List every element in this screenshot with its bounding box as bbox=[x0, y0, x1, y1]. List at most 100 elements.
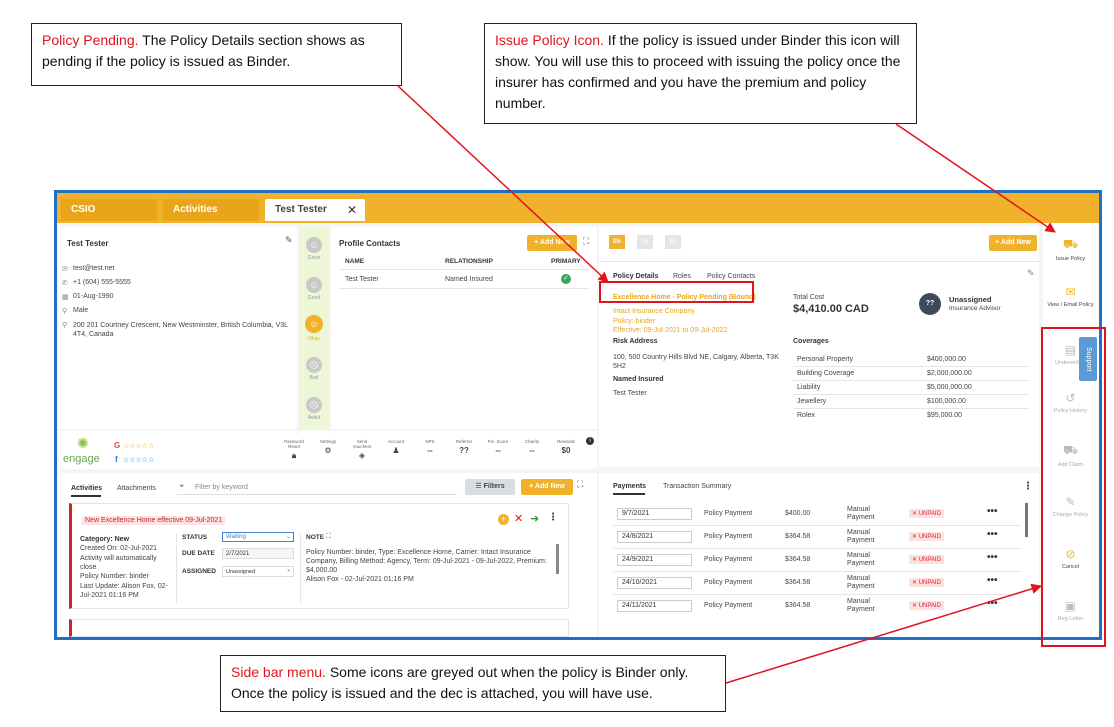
payment-date[interactable]: 24/8/2021 bbox=[617, 531, 692, 543]
more-icon[interactable]: ••• bbox=[987, 529, 998, 540]
more-icon[interactable]: ⋮ bbox=[548, 512, 558, 523]
profile-contacts-panel: Profile Contacts + Add New ⛶ NAME RELATI… bbox=[331, 227, 597, 429]
scrollbar[interactable] bbox=[1025, 503, 1028, 537]
more-icon[interactable]: ⋮ bbox=[1023, 481, 1033, 492]
tab-test-tester[interactable]: Test Tester ✕ bbox=[265, 199, 365, 221]
scrollbar[interactable] bbox=[556, 544, 559, 574]
lock-icon: 🔒︎ bbox=[291, 451, 297, 460]
payment-date[interactable]: 24/9/2021 bbox=[617, 554, 692, 566]
contact-row-name[interactable]: Test Tester bbox=[345, 276, 379, 283]
tag-icon: ◈ bbox=[358, 451, 366, 460]
expand-note-icon[interactable]: ⛶ bbox=[326, 533, 331, 541]
mood-awful-icon[interactable]: ☹ bbox=[306, 397, 322, 413]
divider bbox=[613, 571, 1021, 572]
status-badge: ✕ UNPAID bbox=[909, 532, 944, 541]
payment-date-value: 9/7/2021 bbox=[622, 510, 650, 517]
named-insured-value: Test Tester bbox=[613, 390, 647, 397]
phone-icon: ✆ bbox=[62, 280, 68, 287]
policy-number: Policy: binder bbox=[613, 318, 656, 325]
sidebar-item-label: Issue Policy bbox=[1055, 256, 1086, 262]
tab-activities-list[interactable]: Activities bbox=[71, 485, 102, 492]
close-icon[interactable]: ✕ bbox=[514, 512, 523, 525]
due-date-input[interactable]: 2/7/2021 bbox=[222, 548, 294, 559]
divider bbox=[339, 288, 589, 289]
nps-stat: NPS -- bbox=[415, 439, 445, 455]
add-icon[interactable]: + bbox=[498, 514, 509, 525]
info-icon[interactable]: i bbox=[586, 437, 594, 445]
coverage-name: Personal Property bbox=[797, 356, 854, 363]
more-icon[interactable]: ••• bbox=[987, 552, 998, 563]
payment-method: Manual Payment bbox=[847, 598, 875, 613]
chevron-down-icon: ⌄ bbox=[285, 534, 291, 540]
stat-value: -- bbox=[529, 446, 535, 455]
mood-label: Great bbox=[307, 255, 321, 261]
mood-bad-icon[interactable]: ☹ bbox=[306, 357, 322, 373]
annotation-title: Side bar menu. bbox=[231, 664, 326, 680]
status-select[interactable]: Waiting ⌄ bbox=[222, 532, 294, 542]
payment-date[interactable]: 24/10/2021 bbox=[617, 577, 692, 589]
stat-label: Send Vouchers bbox=[352, 439, 372, 449]
edit-icon[interactable]: ✎ bbox=[285, 235, 293, 246]
add-policy-button[interactable]: + Add New bbox=[989, 235, 1037, 251]
tab-payments[interactable]: Payments bbox=[613, 483, 646, 490]
filter-input[interactable]: ⏷ Filter by keyword bbox=[177, 480, 457, 495]
column-header: PRIMARY bbox=[551, 258, 581, 265]
tab-attachments[interactable]: Attachments bbox=[117, 485, 156, 492]
sidebar-item-view-email-policy[interactable]: ✉ View / Email Policy bbox=[1043, 285, 1098, 308]
risk-address: 100, 500 Country Hills Blvd NE, Calgary,… bbox=[613, 354, 779, 370]
gender-icon: ⚲ bbox=[62, 308, 68, 315]
filters-button[interactable]: ☰ Filters bbox=[465, 479, 515, 495]
settings-stat[interactable]: Settings ⚙ bbox=[313, 439, 343, 455]
tab-roles[interactable]: Roles bbox=[673, 273, 691, 280]
activity-card[interactable]: New Excellence Home effective 09-Jul-202… bbox=[69, 503, 569, 609]
tab-label: CSIO bbox=[71, 204, 96, 215]
mood-good-icon[interactable]: ☺ bbox=[306, 277, 322, 293]
payment-date-value: 24/11/2021 bbox=[622, 602, 657, 609]
chip-fp[interactable]: Fp bbox=[637, 235, 653, 249]
add-contact-button[interactable]: + Add New bbox=[527, 235, 577, 251]
more-icon[interactable]: ••• bbox=[987, 575, 998, 586]
facebook-rating: ☆☆☆☆☆ bbox=[123, 457, 155, 464]
tab-transaction-summary[interactable]: Transaction Summary bbox=[663, 483, 731, 490]
account-stat[interactable]: Account ♟ bbox=[381, 439, 411, 455]
divider bbox=[176, 534, 177, 604]
mood-great-icon[interactable]: ☺ bbox=[306, 237, 322, 253]
stat-label: Account bbox=[387, 439, 405, 444]
coverage-amount: $400,000.00 bbox=[927, 356, 966, 363]
sidebar-item-issue-policy[interactable]: ⛟ Issue Policy bbox=[1043, 237, 1098, 262]
annotation-sidebar: Side bar menu. Some icons are greyed out… bbox=[220, 655, 726, 712]
stat-label: Fin. Score bbox=[487, 439, 509, 444]
close-icon[interactable]: ✕ bbox=[347, 203, 357, 217]
activity-title[interactable]: New Excellence Home effective 09-Jul-202… bbox=[82, 516, 226, 525]
note-label: NOTE bbox=[306, 534, 325, 541]
mood-okay-icon[interactable]: ☺ bbox=[305, 315, 323, 333]
tab-policy-details[interactable]: Policy Details bbox=[613, 273, 659, 280]
google-icon: G bbox=[114, 441, 121, 450]
forward-icon[interactable]: ➜ bbox=[530, 512, 539, 525]
highlight-policy-pending bbox=[599, 281, 754, 303]
chip-bk[interactable]: Bk bbox=[665, 235, 681, 249]
tab-csio[interactable]: CSIO bbox=[61, 199, 157, 221]
expand-icon[interactable]: ⛶ bbox=[583, 236, 589, 247]
more-icon[interactable]: ••• bbox=[987, 506, 998, 517]
chip-eh[interactable]: Eh bbox=[609, 235, 625, 249]
policy-panel: Eh Fp Bk + Add New Policy Details Roles … bbox=[599, 227, 1039, 467]
annotation-issue-policy: Issue Policy Icon. If the policy is issu… bbox=[484, 23, 917, 124]
payment-date[interactable]: 9/7/2021 bbox=[617, 508, 692, 520]
activity-category: Category: New bbox=[80, 536, 130, 543]
payment-method: Manual Payment bbox=[847, 529, 875, 544]
tab-activities[interactable]: Activities bbox=[163, 199, 259, 221]
add-activity-button[interactable]: + Add New bbox=[521, 479, 573, 495]
edit-icon[interactable]: ✎ bbox=[1027, 268, 1035, 279]
assigned-select[interactable]: Unassigned ⌄ bbox=[222, 566, 294, 577]
tab-policy-contacts[interactable]: Policy Contacts bbox=[707, 273, 755, 280]
more-icon[interactable]: ••• bbox=[987, 598, 998, 609]
activity-card[interactable] bbox=[69, 619, 569, 637]
password-reset-stat[interactable]: Password Reset 🔒︎ bbox=[279, 439, 309, 461]
coverage-amount: $95,000.00 bbox=[927, 412, 963, 419]
payment-date[interactable]: 24/11/2021 bbox=[617, 600, 692, 612]
email-icon: ✉ bbox=[1065, 285, 1076, 299]
expand-icon[interactable]: ⛶ bbox=[577, 479, 583, 490]
annotation-policy-pending: Policy Pending. The Policy Details secti… bbox=[31, 23, 402, 86]
send-vouchers-stat[interactable]: Send Vouchers ◈ bbox=[347, 439, 377, 460]
